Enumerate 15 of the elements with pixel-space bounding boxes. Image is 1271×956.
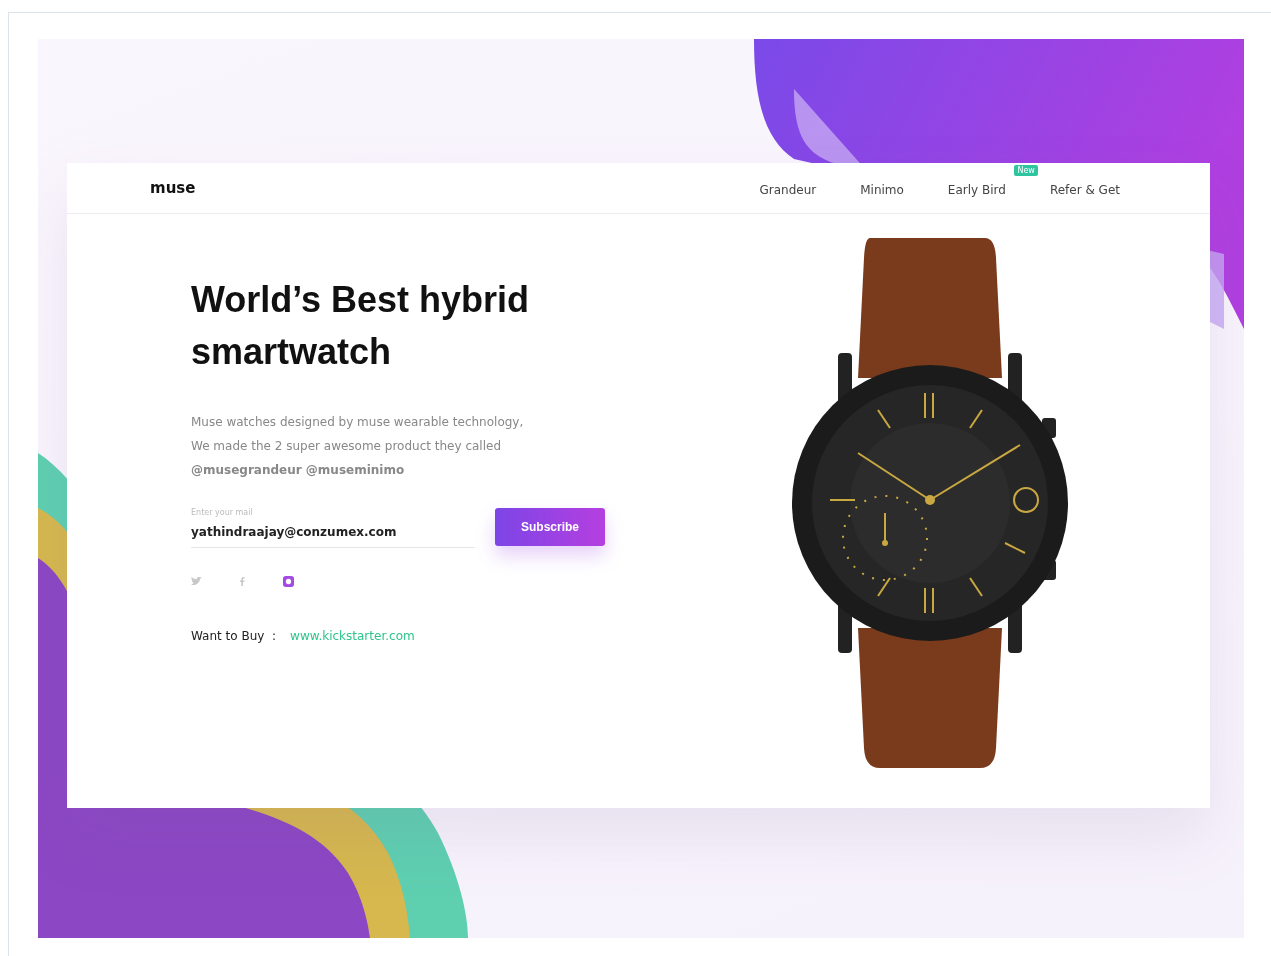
subscribe-button[interactable]: Subscribe <box>495 508 605 546</box>
description-text: Muse watches designed by muse wearable technology, We made the 2 super awesome product they called @musegrandeur @museminimo <box>191 414 525 479</box>
new-badge: New <box>1014 164 1038 176</box>
email-field[interactable]: yathindraajay@conzumex.com <box>191 525 475 548</box>
brand-logo[interactable]: muse <box>150 179 196 197</box>
nav-link[interactable]: Grandeur <box>759 182 817 197</box>
twitter-icon[interactable] <box>191 577 203 586</box>
instagram-icon[interactable] <box>282 576 294 587</box>
nav-link[interactable]: Early Bird <box>947 182 1006 197</box>
field-label: Enter your mail <box>191 508 254 517</box>
facebook-icon[interactable] <box>240 577 245 586</box>
nav-link[interactable]: Refer & Get <box>1049 182 1120 197</box>
hero-heading: World’s Best hybrid smartwatch <box>191 278 531 374</box>
nav-link[interactable]: Minimo <box>860 182 904 197</box>
want-to-buy-label: Want to Buy : <box>191 629 277 643</box>
